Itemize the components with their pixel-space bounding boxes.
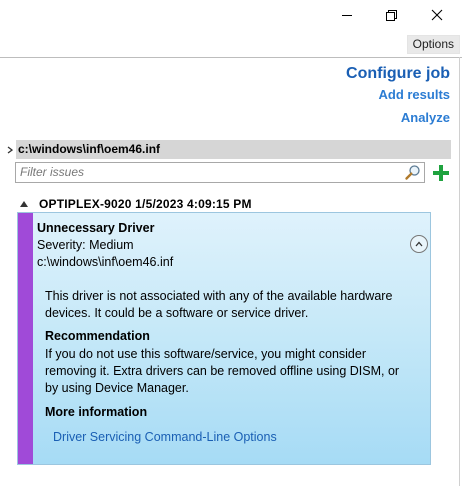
issue-card: Unnecessary Driver Severity: Medium c:\w… <box>17 212 431 465</box>
issue-title: Unnecessary Driver <box>37 221 155 235</box>
more-info-heading: More information <box>45 405 148 419</box>
issue-path: c:\windows\inf\oem46.inf <box>37 255 174 269</box>
collapse-triangle-icon[interactable] <box>20 201 28 207</box>
severity-stripe <box>18 213 33 464</box>
filter-bar <box>15 162 451 183</box>
filter-field[interactable] <box>15 162 425 183</box>
search-icon[interactable] <box>404 164 422 181</box>
add-icon[interactable] <box>433 164 449 181</box>
tree-row-path: c:\windows\inf\oem46.inf <box>16 140 451 159</box>
collapse-button[interactable] <box>410 235 428 253</box>
issue-description: This driver is not associated with any o… <box>45 289 393 320</box>
restore-button[interactable] <box>368 0 414 30</box>
more-info-link[interactable]: Driver Servicing Command-Line Options <box>53 430 277 444</box>
group-header[interactable]: OPTIPLEX-9020 1/5/2023 4:09:15 PM <box>20 196 252 212</box>
filter-input[interactable] <box>16 163 400 181</box>
options-button[interactable]: Options <box>406 35 460 54</box>
pane-border <box>459 57 460 486</box>
header-divider <box>0 57 462 58</box>
minimize-button[interactable] <box>324 0 370 30</box>
configure-job-link[interactable]: Configure job <box>346 65 450 83</box>
chevron-up-icon <box>415 241 423 247</box>
add-results-link[interactable]: Add results <box>378 87 450 102</box>
restore-icon <box>386 10 397 21</box>
recommendation-text: If you do not use this software/service,… <box>45 347 400 395</box>
close-button[interactable] <box>414 0 460 30</box>
tree-row-file[interactable]: c:\windows\inf\oem46.inf <box>4 140 451 159</box>
close-icon <box>431 9 443 21</box>
chevron-right-icon[interactable] <box>4 145 16 154</box>
analyze-link[interactable]: Analyze <box>401 110 450 125</box>
minimize-icon <box>342 14 352 16</box>
group-title: OPTIPLEX-9020 1/5/2023 4:09:15 PM <box>39 197 252 211</box>
recommendation-heading: Recommendation <box>45 329 150 343</box>
issue-severity: Severity: Medium <box>37 238 134 252</box>
